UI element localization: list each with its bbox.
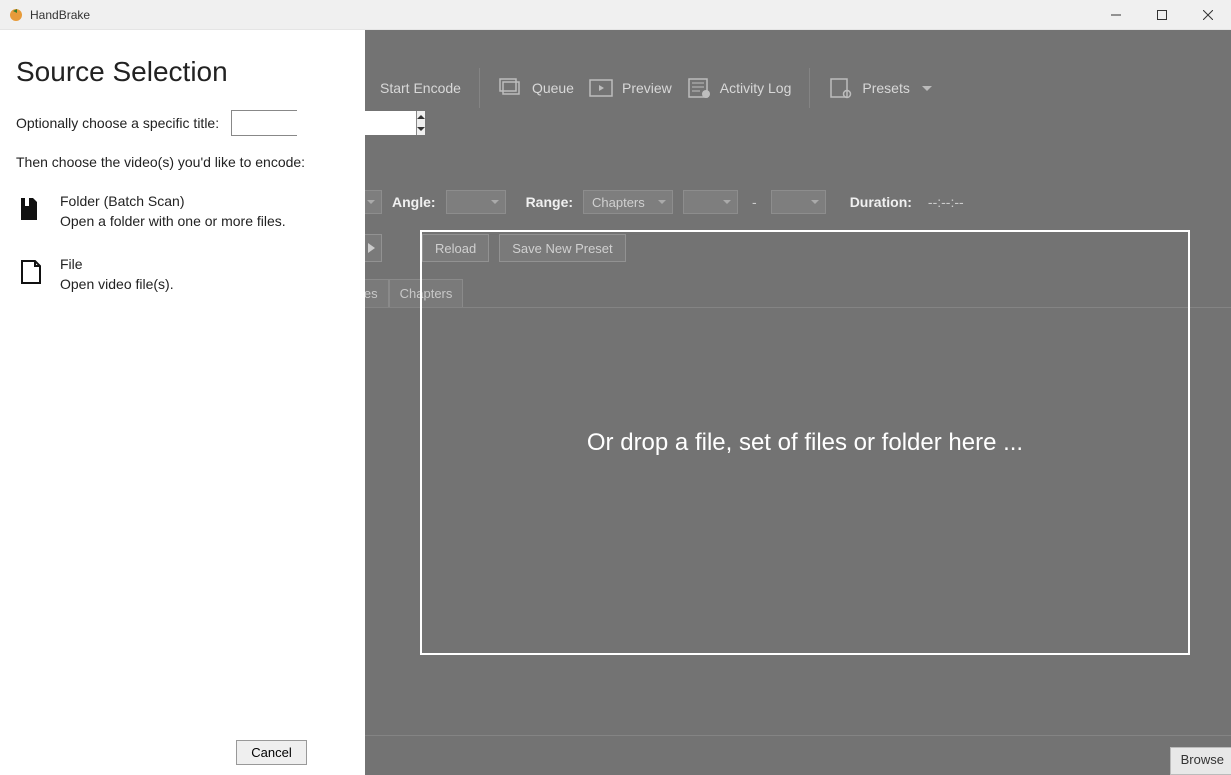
- title-spinner-input[interactable]: [232, 111, 416, 135]
- start-encode-button[interactable]: Start Encode: [380, 80, 461, 96]
- chevron-down-icon: [922, 86, 932, 91]
- presets-button[interactable]: Presets: [828, 77, 931, 99]
- start-encode-label: Start Encode: [380, 80, 461, 96]
- activity-log-label: Activity Log: [720, 80, 792, 96]
- queue-icon: [498, 77, 524, 99]
- range-label: Range:: [526, 194, 573, 210]
- preview-button[interactable]: Preview: [588, 77, 672, 99]
- spinner-up-button[interactable]: [417, 111, 425, 123]
- duration-value: --:--:--: [928, 194, 964, 210]
- range-separator: -: [748, 194, 761, 210]
- cancel-label: Cancel: [251, 745, 291, 760]
- specific-title-label: Optionally choose a specific title:: [16, 115, 219, 131]
- activity-log-button[interactable]: Activity Log: [686, 77, 792, 99]
- queue-button[interactable]: Queue: [498, 77, 574, 99]
- duration-label: Duration:: [850, 194, 912, 210]
- source-folder-title: Folder (Batch Scan): [60, 192, 286, 212]
- file-icon: [16, 257, 46, 287]
- range-type-select[interactable]: Chapters: [583, 190, 673, 214]
- folder-icon: [16, 194, 46, 224]
- source-selection-panel: Source Selection Optionally choose a spe…: [0, 30, 365, 775]
- presets-icon: [828, 77, 854, 99]
- browse-button[interactable]: Browse: [1170, 747, 1231, 775]
- activity-log-icon: [686, 77, 712, 99]
- toolbar-separator: [479, 68, 480, 108]
- range-type-value: Chapters: [592, 195, 645, 210]
- drop-zone[interactable]: Or drop a file, set of files or folder h…: [420, 230, 1190, 655]
- minimize-button[interactable]: [1093, 0, 1139, 30]
- spinner-down-button[interactable]: [417, 123, 425, 135]
- window-title: HandBrake: [30, 8, 90, 22]
- cancel-button[interactable]: Cancel: [236, 740, 306, 765]
- angle-label: Angle:: [392, 194, 436, 210]
- title-spinner[interactable]: [231, 110, 297, 136]
- browse-label: Browse: [1181, 752, 1224, 767]
- titlebar: HandBrake: [0, 0, 1231, 30]
- source-folder-subtitle: Open a folder with one or more files.: [60, 212, 286, 232]
- panel-heading: Source Selection: [16, 56, 347, 88]
- source-folder-option[interactable]: Folder (Batch Scan) Open a folder with o…: [16, 190, 347, 233]
- range-start-select[interactable]: [683, 190, 738, 214]
- presets-label: Presets: [862, 80, 909, 96]
- range-end-select[interactable]: [771, 190, 826, 214]
- maximize-button[interactable]: [1139, 0, 1185, 30]
- source-file-subtitle: Open video file(s).: [60, 275, 174, 295]
- preview-label: Preview: [622, 80, 672, 96]
- panel-instruction: Then choose the video(s) you'd like to e…: [16, 154, 347, 170]
- drop-zone-text: Or drop a file, set of files or folder h…: [587, 429, 1023, 457]
- angle-select[interactable]: [446, 190, 506, 214]
- source-file-option[interactable]: File Open video file(s).: [16, 253, 347, 296]
- app-icon: [8, 7, 24, 23]
- preview-icon: [588, 77, 614, 99]
- queue-label: Queue: [532, 80, 574, 96]
- toolbar-separator: [809, 68, 810, 108]
- close-button[interactable]: [1185, 0, 1231, 30]
- source-file-title: File: [60, 255, 174, 275]
